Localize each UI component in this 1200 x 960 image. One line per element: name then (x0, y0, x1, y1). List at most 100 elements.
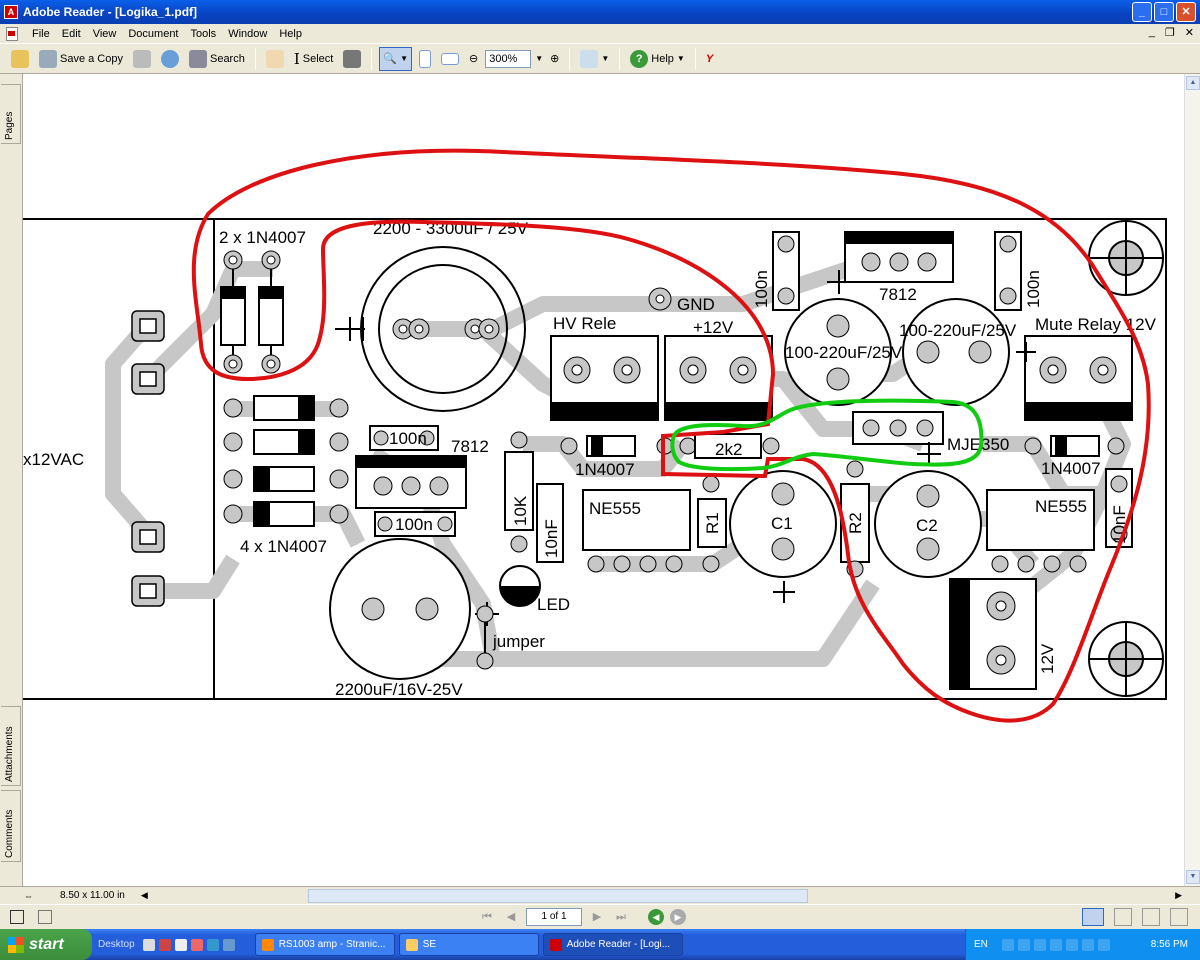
tray-icon-4[interactable] (1049, 938, 1062, 951)
label-1n4007-right: 1N4007 (1041, 459, 1101, 478)
internet-explorer-icon[interactable] (222, 938, 235, 951)
facing-view-button[interactable] (1142, 908, 1160, 926)
scroll-right-button[interactable]: ▶ (1175, 890, 1182, 901)
continuous-facing-view-button[interactable] (1170, 908, 1188, 926)
scroll-up-button[interactable]: ▲ (1186, 76, 1200, 90)
menu-file[interactable]: File (26, 28, 56, 40)
menu-help[interactable]: Help (273, 28, 308, 40)
document-icon[interactable] (6, 26, 18, 41)
doc-restore-button[interactable]: ❐ (1165, 26, 1175, 39)
menu-edit[interactable]: Edit (56, 28, 87, 40)
minimize-button[interactable]: _ (1132, 2, 1152, 22)
go-back-icon[interactable]: ◀ (648, 909, 664, 925)
start-button[interactable]: start (0, 929, 92, 960)
continuous-view-button[interactable] (1114, 908, 1132, 926)
document-view[interactable]: 2 x 1N4007 2200 - 3300uF / 25V GND HV Re… (23, 74, 1184, 886)
label-jumper: jumper (492, 632, 545, 651)
start-label: start (29, 935, 64, 953)
toolbar: Save a Copy Search I Select 🔍 ▼ ⊖ 300% ▼ ⊕… (0, 43, 1200, 74)
zoom-out-button[interactable]: ⊖ (466, 47, 481, 71)
tab-attachments[interactable]: Attachments (1, 706, 21, 786)
binoculars-icon (188, 49, 207, 68)
desktop-toolbar-label[interactable]: Desktop (98, 939, 135, 950)
actual-size-button[interactable] (416, 47, 434, 71)
select-tool-button[interactable]: I Select (291, 47, 337, 71)
browser-icon[interactable] (206, 938, 219, 951)
minus-circle-icon: ⊖ (468, 53, 479, 65)
task-se[interactable]: SE (398, 933, 539, 956)
fit-width-button[interactable] (438, 47, 462, 71)
previous-page-button[interactable]: ◀ (502, 908, 520, 926)
media-icon[interactable] (190, 938, 203, 951)
tray-icon-3[interactable] (1033, 938, 1046, 951)
clock[interactable]: 8:56 PM (1151, 939, 1188, 950)
calculator-icon[interactable] (142, 938, 155, 951)
email-button[interactable] (158, 47, 182, 71)
text-cursor-icon: I (293, 49, 300, 68)
label-12v: 12V (1038, 643, 1057, 674)
doc-close-button[interactable]: ✕ (1185, 26, 1194, 39)
menu-document[interactable]: Document (122, 28, 184, 40)
adobe-logo-button[interactable]: Y (703, 47, 716, 71)
label-4x1n4007: 4 x 1N4007 (240, 537, 327, 556)
menu-tools[interactable]: Tools (185, 28, 223, 40)
tab-comments[interactable]: Comments (1, 790, 21, 862)
print-button[interactable] (130, 47, 154, 71)
rotate-icon (580, 49, 599, 68)
adobe-logo-icon: Y (705, 52, 714, 65)
scroll-left-button[interactable]: ◀ (141, 890, 148, 901)
label-2k2: 2k2 (715, 440, 742, 459)
search-label: Search (209, 52, 245, 65)
first-page-button[interactable]: ⏮ (478, 908, 496, 926)
page-icon (418, 49, 431, 68)
menu-window[interactable]: Window (222, 28, 273, 40)
rotate-button[interactable]: ▼ (577, 47, 612, 71)
hand-tool-button[interactable] (263, 47, 287, 71)
scroll-down-button[interactable]: ▼ (1186, 870, 1200, 884)
tab-pages-label: Pages (4, 111, 15, 140)
doc-minimize-button[interactable]: _ (1149, 26, 1155, 39)
zoom-dropdown-icon[interactable]: ▼ (535, 54, 543, 63)
resize-arrows-icon[interactable]: ⇔ (24, 891, 36, 901)
mail-icon[interactable] (158, 938, 171, 951)
help-button[interactable]: ? Help ▼ (627, 47, 688, 71)
tray-icon-6[interactable] (1081, 938, 1094, 951)
firefox-icon (261, 938, 274, 951)
page-number-input[interactable]: 1 of 1 (526, 908, 582, 926)
next-page-button[interactable]: ▶ (588, 908, 606, 926)
tray-icon-2[interactable] (1017, 938, 1030, 951)
tab-comments-label: Comments (4, 809, 15, 858)
page-layout-icon[interactable] (38, 910, 52, 924)
search-button[interactable]: Search (186, 47, 248, 71)
hand-icon (265, 49, 284, 68)
tray-icon-5[interactable] (1065, 938, 1078, 951)
label-cap-bottom: 2200uF/16V-25V (335, 680, 463, 699)
menu-view[interactable]: View (87, 28, 123, 40)
open-button[interactable] (8, 47, 32, 71)
snapshot-button[interactable] (340, 47, 364, 71)
window-icon[interactable] (174, 938, 187, 951)
menu-bar: File Edit View Document Tools Window Hel… (0, 24, 1200, 43)
tray-icon-1[interactable] (1001, 938, 1014, 951)
task-adobe-reader[interactable]: Adobe Reader - [Logi... (542, 933, 683, 956)
zoom-input[interactable]: 300% (485, 49, 532, 68)
go-forward-icon[interactable]: ▶ (670, 909, 686, 925)
close-button[interactable]: ✕ (1176, 2, 1196, 22)
horizontal-scroll-thumb[interactable] (307, 888, 808, 903)
label-12vac: x12VAC (23, 450, 84, 469)
maximize-button[interactable]: □ (1154, 2, 1174, 22)
chevron-down-icon: ▼ (601, 54, 610, 63)
title-bar: A Adobe Reader - [Logika_1.pdf] _ □ ✕ (0, 0, 1200, 24)
zoom-in-button[interactable]: ⊕ (547, 47, 562, 71)
zoom-tool-button[interactable]: 🔍 ▼ (379, 46, 412, 71)
language-indicator[interactable]: EN (974, 939, 988, 950)
single-page-view-button[interactable] (1082, 908, 1104, 926)
vertical-scrollbar[interactable]: ▲ ▼ (1184, 74, 1200, 886)
task-rs1003[interactable]: RS1003 amp - Stranic... (254, 933, 395, 956)
last-page-button[interactable]: ⏭ (612, 908, 630, 926)
single-page-icon[interactable] (10, 910, 24, 924)
chevron-down-icon: ▼ (676, 54, 685, 63)
save-copy-button[interactable]: Save a Copy (36, 47, 126, 71)
tab-pages[interactable]: Pages (1, 84, 21, 144)
volume-icon[interactable] (1097, 938, 1110, 951)
